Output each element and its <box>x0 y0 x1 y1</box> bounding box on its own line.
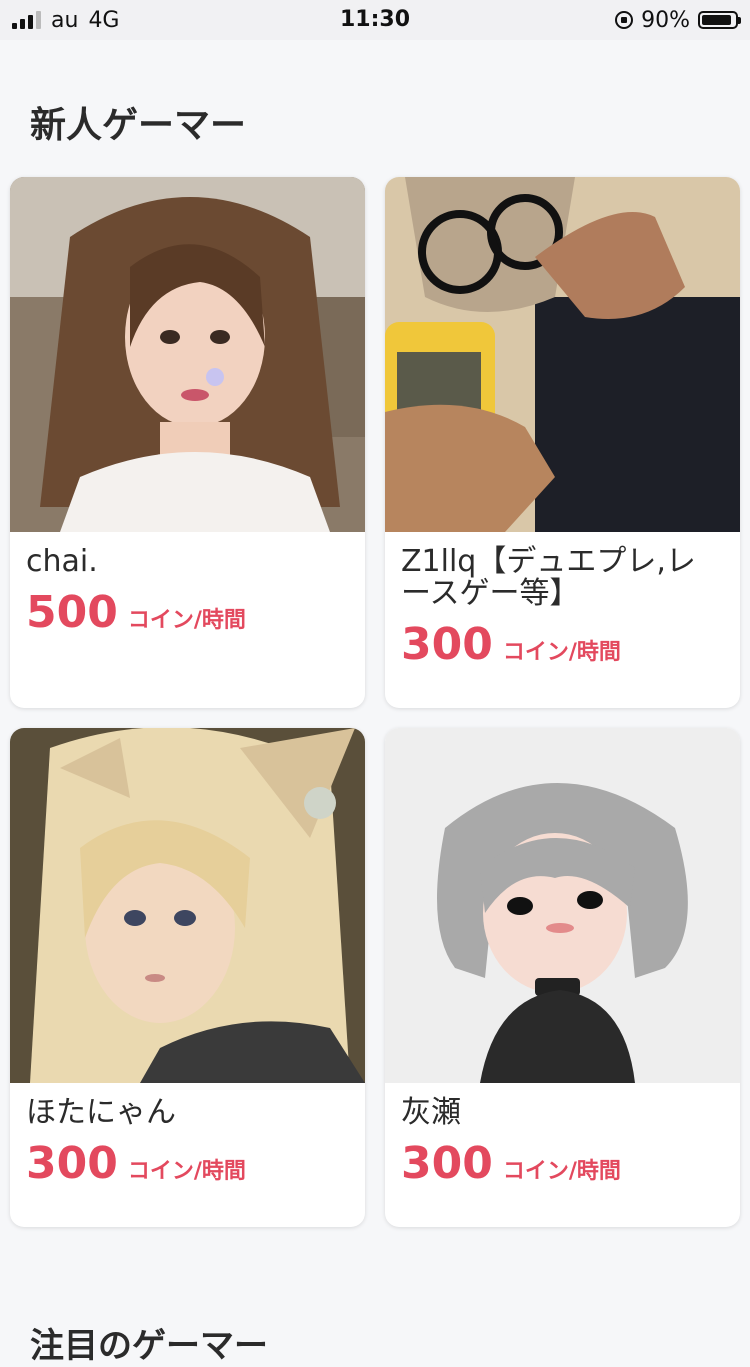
price-value: 300 <box>401 619 493 670</box>
gamer-price: 300 コイン/時間 <box>385 610 740 670</box>
price-value: 300 <box>401 1138 493 1189</box>
gamer-name: 灰瀬 <box>401 1095 461 1130</box>
gamer-photo <box>385 177 740 532</box>
price-unit: コイン/時間 <box>502 1159 621 1184</box>
price-value: 500 <box>26 587 118 638</box>
gamer-name: ほたにゃん <box>26 1095 176 1130</box>
price-unit: コイン/時間 <box>127 608 246 633</box>
battery-percent: 90% <box>641 7 690 33</box>
status-right: 90% <box>615 0 741 40</box>
gamer-photo <box>10 728 365 1083</box>
price-value: 300 <box>26 1138 118 1189</box>
price-unit: コイン/時間 <box>502 640 621 665</box>
rotation-lock-icon <box>615 11 634 29</box>
battery-icon <box>698 11 741 29</box>
gamer-card[interactable]: chai. 500 コイン/時間 <box>10 177 365 708</box>
next-section-title: 注目のゲーマー <box>30 1326 268 1366</box>
gamer-card[interactable]: Z1llq【デュエプレ,レースゲー等】 300 コイン/時間 <box>385 177 740 708</box>
price-unit: コイン/時間 <box>127 1159 246 1184</box>
gamer-name: chai. <box>26 544 98 579</box>
gamer-photo <box>385 728 740 1083</box>
status-bar: au 4G 11:30 90% <box>0 0 750 40</box>
gamer-card[interactable]: 灰瀬 300 コイン/時間 <box>385 728 740 1227</box>
gamer-name: Z1llq【デュエプレ,レースゲー等】 <box>401 544 696 611</box>
gamer-photo <box>10 177 365 532</box>
gamer-price: 300 コイン/時間 <box>385 1129 740 1189</box>
gamer-card[interactable]: ほたにゃん 300 コイン/時間 <box>10 728 365 1227</box>
section-title: 新人ゲーマー <box>30 105 247 146</box>
gamer-price: 500 コイン/時間 <box>10 578 365 638</box>
gamer-price: 300 コイン/時間 <box>10 1129 365 1189</box>
